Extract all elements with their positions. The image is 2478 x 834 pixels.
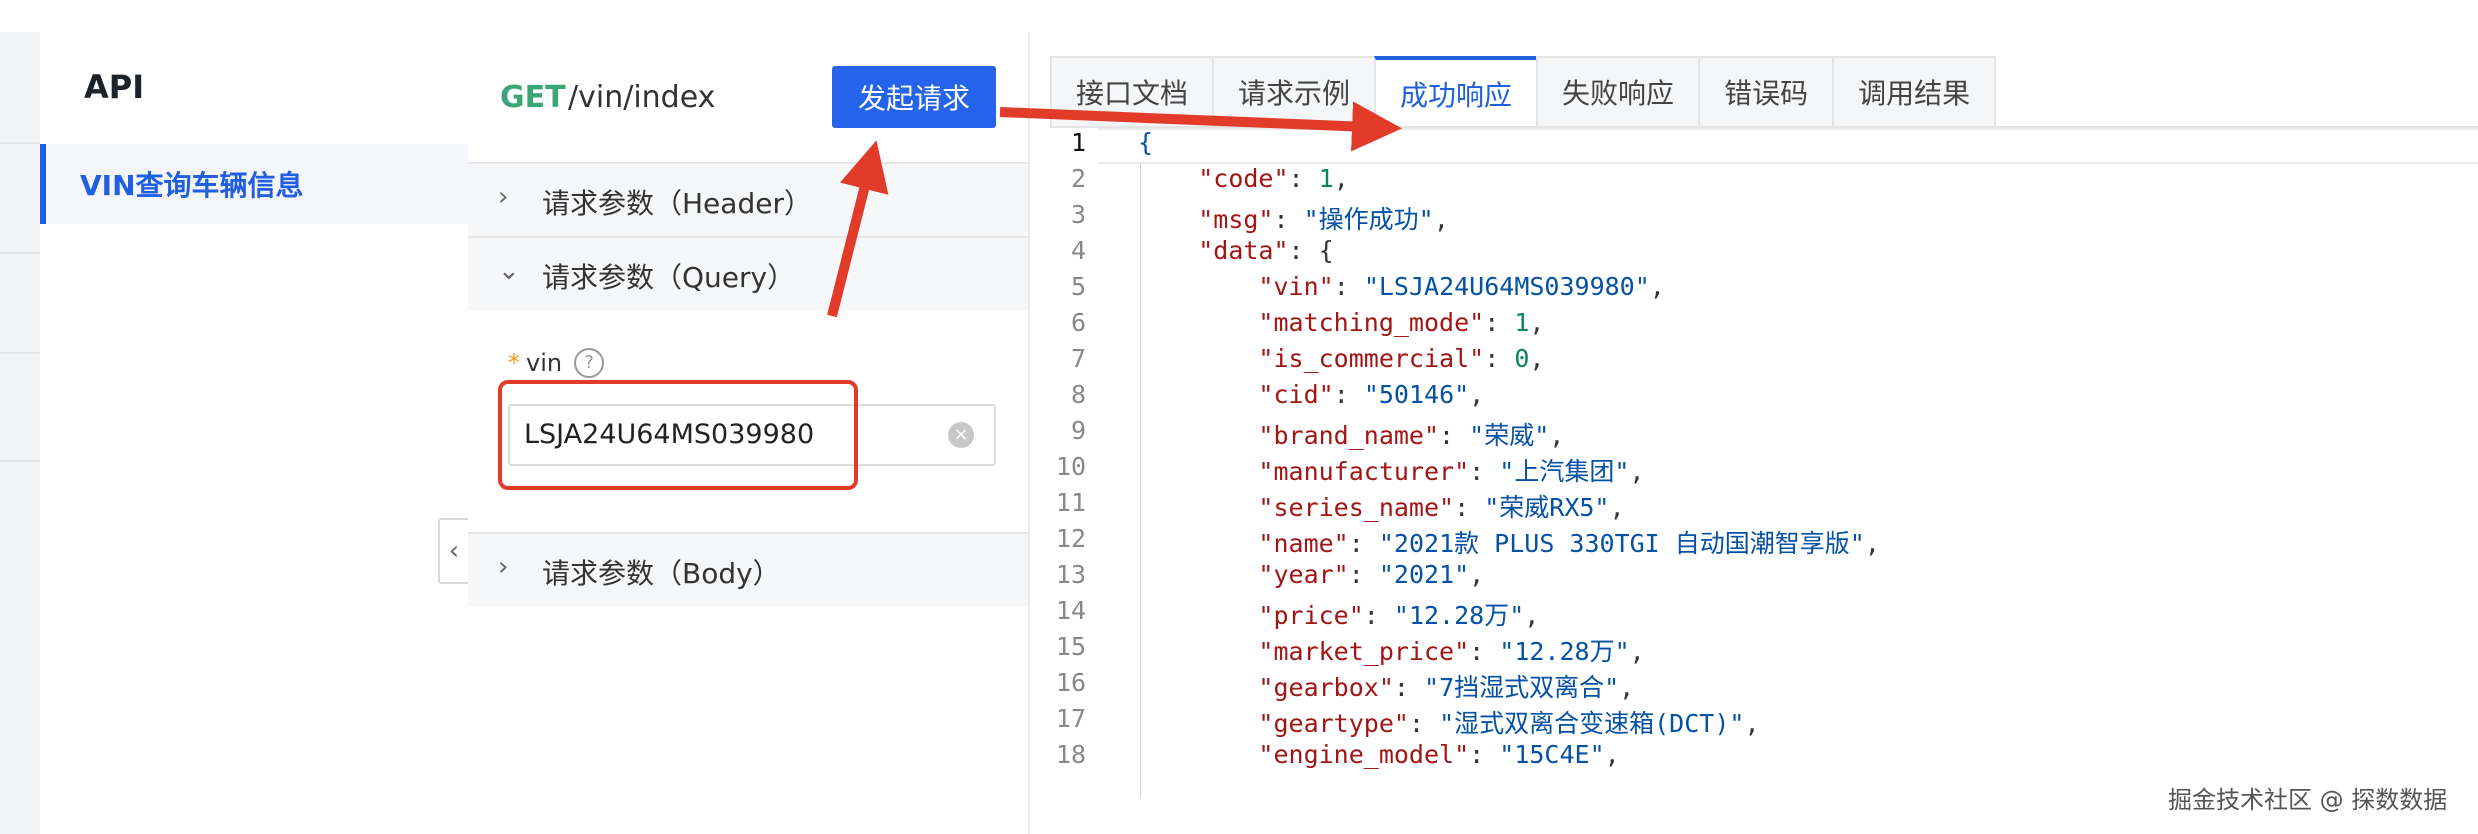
code-text: "engine_model": "15C4E",: [1258, 740, 1620, 769]
chevron-down-icon: ⌄: [498, 256, 520, 286]
code-editor[interactable]: 1{2 "code": 1, 3 "msg": "操作成功", 4 "data": …: [1030, 128, 2478, 798]
line-number: 8: [1070, 380, 1086, 409]
line-number: 10: [1055, 452, 1086, 481]
line-number: 18: [1055, 740, 1086, 769]
sidebar-item-vin-query[interactable]: VIN查询车辆信息: [40, 144, 468, 224]
code-text: "market_price": "12.28万",: [1258, 637, 1645, 666]
code-text: "series_name": "荣威RX5",: [1258, 493, 1625, 522]
section-header-params[interactable]: › 请求参数（Header）: [468, 162, 1028, 236]
chevron-right-icon: ›: [498, 552, 509, 582]
code-text: "cid": "50146",: [1258, 380, 1485, 409]
http-method: GET: [500, 80, 566, 115]
code-line: 11 "series_name": "荣威RX5",: [1030, 488, 2478, 524]
code-line: 6 "matching_mode": 1,: [1030, 308, 2478, 344]
send-request-button[interactable]: 发起请求: [832, 66, 996, 128]
help-icon[interactable]: ?: [574, 348, 605, 378]
code-text: "matching_mode": 1,: [1258, 308, 1545, 337]
code-text: "msg": "操作成功",: [1198, 205, 1449, 234]
code-line: 3 "msg": "操作成功",: [1030, 200, 2478, 236]
code-line: 18 "engine_model": "15C4E",: [1030, 740, 2478, 776]
code-line: 1{: [1030, 128, 2478, 164]
line-number: 16: [1055, 668, 1086, 697]
section-body-params[interactable]: › 请求参数（Body）: [468, 532, 1028, 606]
clear-icon[interactable]: ×: [948, 422, 974, 448]
line-number: 14: [1055, 596, 1086, 625]
tab-success-response[interactable]: 成功响应: [1374, 56, 1539, 130]
line-number: 9: [1070, 416, 1086, 445]
section-label: 请求参数（Query）: [542, 261, 796, 294]
code-text: "geartype": "湿式双离合变速箱(DCT)",: [1258, 709, 1760, 738]
api-sidebar: API VIN查询车辆信息: [40, 32, 470, 834]
section-label: 请求参数（Body）: [542, 557, 781, 590]
rail-divider: [0, 460, 40, 462]
code-text: "code": 1,: [1198, 164, 1349, 193]
response-panel: 接口文档 请求示例 成功响应 失败响应 错误码 调用结果 1{2 "code":…: [1030, 32, 2478, 834]
watermark: 掘金技术社区 @ 探数数据: [2168, 786, 2448, 814]
top-bar: [0, 0, 2478, 34]
rail-divider: [0, 142, 40, 144]
code-text: "price": "12.28万",: [1258, 601, 1540, 630]
line-number: 6: [1070, 308, 1086, 337]
code-line: 14 "price": "12.28万",: [1030, 596, 2478, 632]
code-text: "gearbox": "7挡湿式双离合",: [1258, 673, 1635, 702]
line-number: 15: [1055, 632, 1086, 661]
code-line: 16 "gearbox": "7挡湿式双离合",: [1030, 668, 2478, 704]
code-line: 15 "market_price": "12.28万",: [1030, 632, 2478, 668]
code-line: 13 "year": "2021",: [1030, 560, 2478, 596]
tab-failure-response[interactable]: 失败响应: [1536, 56, 1701, 128]
annotation-box: [498, 380, 858, 490]
tab-error-codes[interactable]: 错误码: [1698, 56, 1835, 128]
line-number: 13: [1055, 560, 1086, 589]
code-line: 10 "manufacturer": "上汽集团",: [1030, 452, 2478, 488]
code-line: 7 "is_commercial": 0,: [1030, 344, 2478, 380]
code-line: 4 "data": {: [1030, 236, 2478, 272]
section-label: 请求参数（Header）: [542, 187, 812, 220]
code-text: {: [1138, 128, 1154, 157]
code-line: 9 "brand_name": "荣威",: [1030, 416, 2478, 452]
line-number: 1: [1070, 128, 1086, 157]
line-number: 11: [1055, 488, 1086, 517]
code-line: 5 "vin": "LSJA24U64MS039980",: [1030, 272, 2478, 308]
sidebar-title: API: [84, 68, 145, 106]
code-text: "name": "2021款 PLUS 330TGI 自动国潮智享版",: [1258, 529, 1880, 558]
tab-api-doc[interactable]: 接口文档: [1050, 56, 1215, 128]
required-mark: *: [508, 349, 520, 377]
tab-request-example[interactable]: 请求示例: [1212, 56, 1377, 128]
line-number: 7: [1070, 344, 1086, 373]
rail-divider: [0, 252, 40, 254]
tab-call-result[interactable]: 调用结果: [1832, 56, 1997, 128]
line-number: 17: [1055, 704, 1086, 733]
rail-divider: [0, 352, 40, 354]
left-rail: [0, 32, 40, 834]
code-text: "vin": "LSJA24U64MS039980",: [1258, 272, 1665, 301]
code-text: "brand_name": "荣威",: [1258, 421, 1565, 450]
request-panel: GET /vin/index 发起请求 › 请求参数（Header） ⌄ 请求参…: [468, 32, 1030, 834]
code-text: "manufacturer": "上汽集团",: [1258, 457, 1645, 486]
section-query-params[interactable]: ⌄ 请求参数（Query）: [468, 236, 1028, 310]
chevron-right-icon: ›: [498, 182, 509, 212]
line-number: 12: [1055, 524, 1086, 553]
code-line: 8 "cid": "50146",: [1030, 380, 2478, 416]
response-tabs: 接口文档 请求示例 成功响应 失败响应 错误码 调用结果: [1050, 56, 1997, 130]
code-text: "year": "2021",: [1258, 560, 1485, 589]
code-line: 2 "code": 1,: [1030, 164, 2478, 200]
code-text: "data": {: [1198, 236, 1334, 265]
vin-param-label: * vin ?: [508, 348, 605, 378]
param-name: vin: [526, 349, 563, 377]
collapse-sidebar-button[interactable]: ‹: [438, 518, 470, 584]
line-number: 2: [1070, 164, 1086, 193]
code-text: "is_commercial": 0,: [1258, 344, 1545, 373]
code-line: 17 "geartype": "湿式双离合变速箱(DCT)",: [1030, 704, 2478, 740]
line-number: 4: [1070, 236, 1086, 265]
endpoint-path: /vin/index: [568, 80, 716, 115]
active-indicator: [40, 144, 46, 224]
sidebar-item-label: VIN查询车辆信息: [80, 169, 304, 202]
code-line: 12 "name": "2021款 PLUS 330TGI 自动国潮智享版",: [1030, 524, 2478, 560]
line-number: 5: [1070, 272, 1086, 301]
chevron-left-icon: ‹: [448, 536, 460, 566]
line-number: 3: [1070, 200, 1086, 229]
